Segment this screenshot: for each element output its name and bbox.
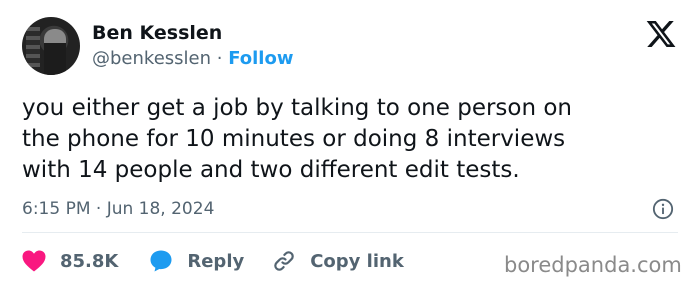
avatar[interactable]: [22, 17, 80, 75]
reply-label: Reply: [187, 250, 245, 272]
tweet-text: you either get a job by talking to one p…: [22, 95, 573, 183]
copy-link-label: Copy link: [310, 250, 404, 272]
x-logo-icon[interactable]: [644, 18, 678, 50]
tweet-card: Ben Kesslen @benkesslen · Follow you eit…: [0, 0, 700, 287]
divider: [22, 232, 678, 233]
copy-link-button[interactable]: Copy link: [272, 249, 404, 273]
info-icon[interactable]: [652, 198, 674, 220]
reply-button[interactable]: Reply: [149, 249, 244, 273]
follow-button[interactable]: Follow: [228, 48, 293, 69]
link-icon: [274, 251, 294, 271]
speech-bubble-icon: [150, 250, 172, 272]
tweet-timestamp[interactable]: 6:15 PM · Jun 18, 2024: [22, 199, 214, 219]
heart-icon: [22, 250, 46, 272]
avatar-bookshelf: [26, 27, 40, 67]
user-name[interactable]: Ben Kesslen: [92, 22, 222, 44]
handle-separator: ·: [211, 48, 229, 69]
like-button[interactable]: 85.8K: [22, 250, 118, 272]
handle-row: @benkesslen · Follow: [92, 48, 293, 69]
avatar-person: [44, 29, 66, 75]
watermark: boredpanda.com: [504, 253, 682, 277]
user-handle[interactable]: @benkesslen: [92, 48, 211, 69]
action-bar: 85.8K Reply Copy link: [22, 248, 404, 274]
like-count: 85.8K: [60, 250, 119, 272]
